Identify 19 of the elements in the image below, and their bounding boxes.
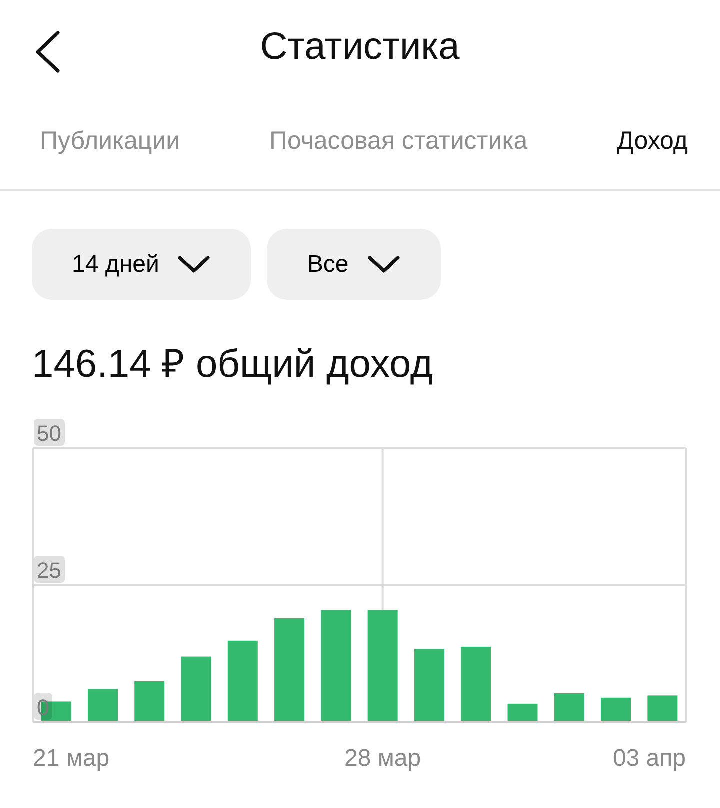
filter-dropdown[interactable]: Все <box>267 229 441 300</box>
income-bar <box>88 688 118 722</box>
income-bar <box>648 695 678 722</box>
tab[interactable]: Доход <box>617 123 688 161</box>
y-axis-label: 25 <box>34 556 65 582</box>
income-bar <box>601 697 632 722</box>
chevron-down-icon <box>177 254 212 274</box>
income-bar <box>181 656 212 722</box>
y-axis-label: 50 <box>34 418 65 446</box>
total-income: 146.14 ₽ общий доход <box>32 342 434 388</box>
x-axis-label: 03 апр <box>612 744 686 772</box>
x-axis-label: 21 мар <box>33 744 110 772</box>
screen-title: Статистика <box>260 24 460 70</box>
income-bar <box>508 703 538 722</box>
income-bar <box>134 680 165 722</box>
filter-dropdown[interactable]: 14 дней <box>32 229 252 300</box>
chevron-down-icon <box>366 254 401 274</box>
income-bar <box>554 693 584 722</box>
x-axis-label: 28 мар <box>344 744 422 772</box>
